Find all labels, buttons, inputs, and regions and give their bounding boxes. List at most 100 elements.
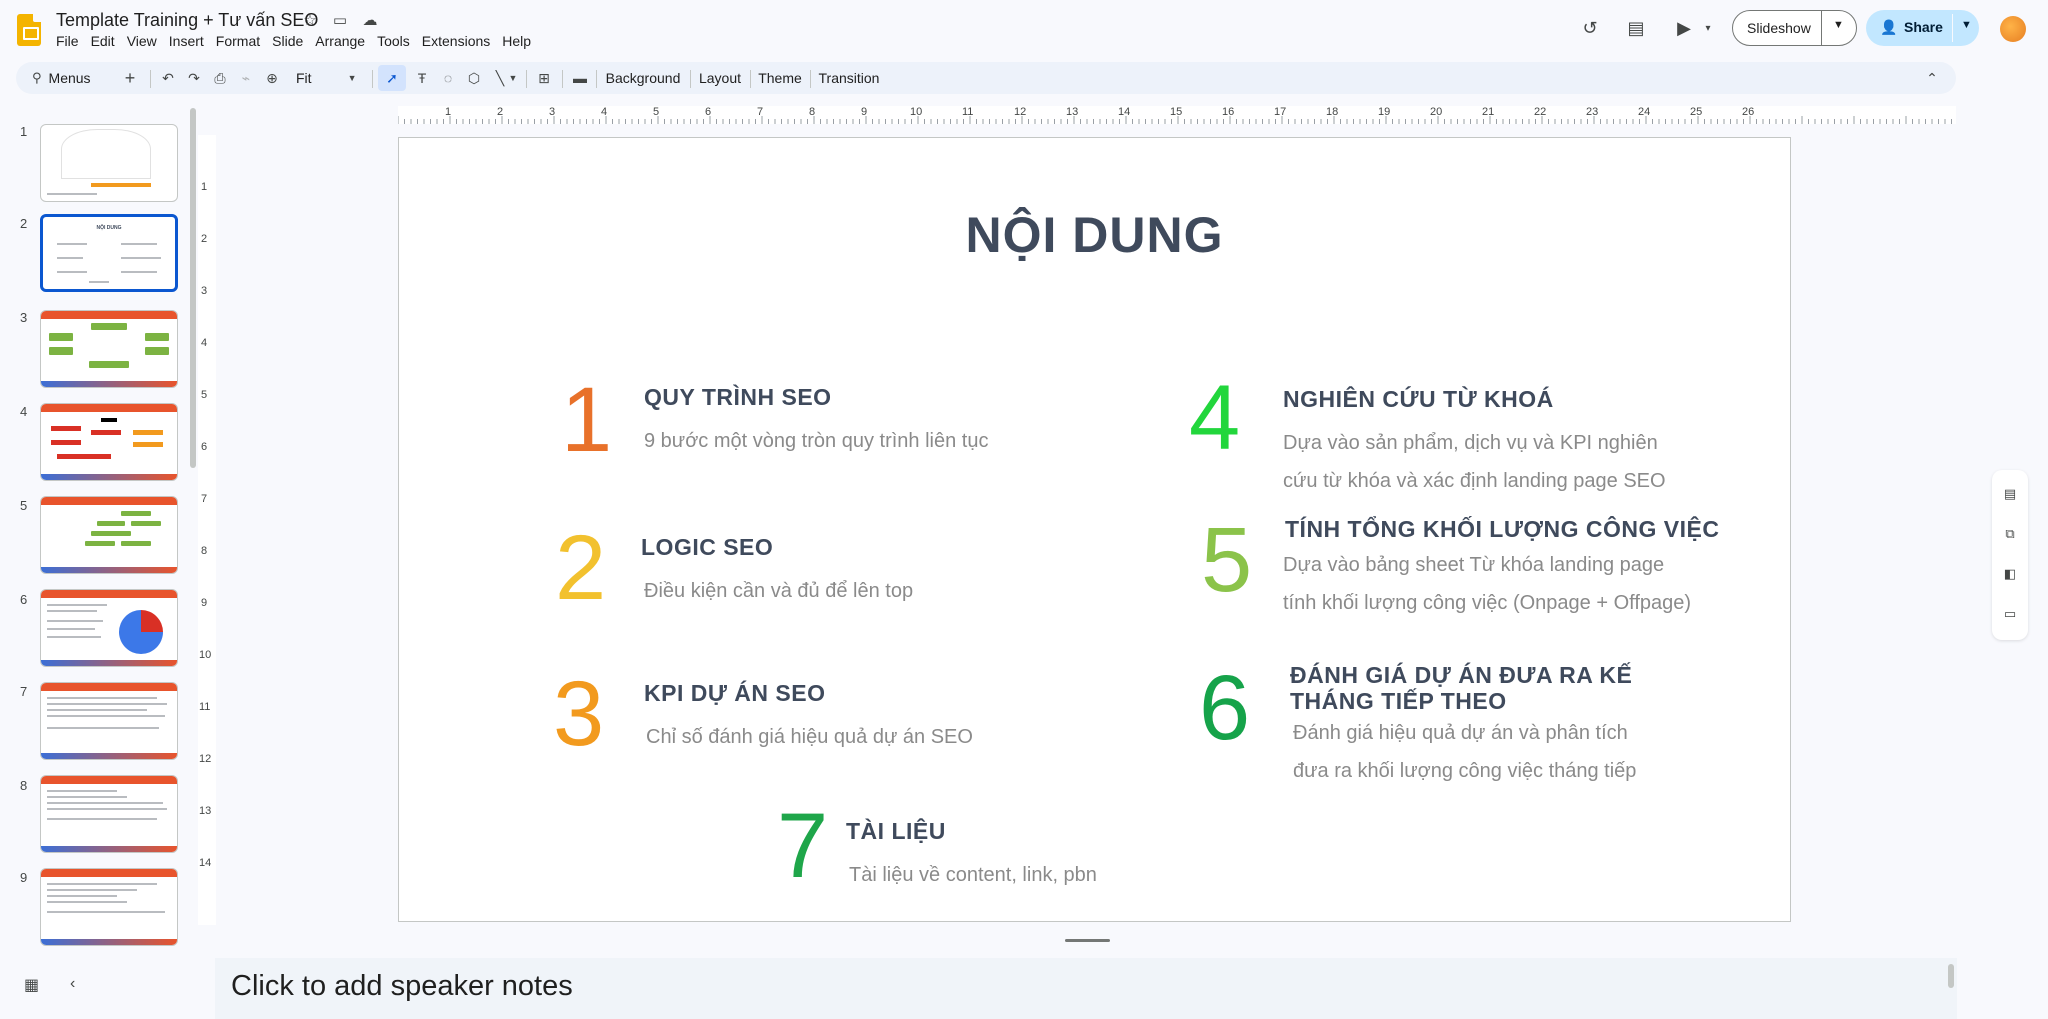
zoom-select[interactable]: Fit ▼ xyxy=(296,62,360,94)
menu-view[interactable]: View xyxy=(127,33,165,49)
menu-insert[interactable]: Insert xyxy=(169,33,212,49)
collapse-filmstrip-icon[interactable]: ‹ xyxy=(70,975,75,993)
image-shape-icon[interactable]: ◌ xyxy=(436,62,460,94)
menu-edit[interactable]: Edit xyxy=(91,33,123,49)
thumb-line xyxy=(47,911,165,913)
thumb-box xyxy=(49,333,73,341)
slide-thumbnail-7[interactable] xyxy=(40,682,178,760)
slideshow-separator xyxy=(1821,11,1822,45)
slide-thumbnail-1[interactable] xyxy=(40,124,178,202)
star-icon[interactable]: ☆ xyxy=(300,10,320,30)
ruler-label: 2 xyxy=(201,233,208,245)
cloud-status-icon[interactable]: ☁ xyxy=(360,10,380,30)
thumb-line xyxy=(47,703,167,705)
move-folder-icon[interactable]: ▭ xyxy=(330,10,350,30)
slide-thumbnail-4[interactable] xyxy=(40,403,178,481)
tasks-icon[interactable]: ⧉ xyxy=(2000,524,2020,544)
transition-button[interactable]: Transition xyxy=(814,62,884,94)
comments-icon[interactable]: ▤ xyxy=(1624,16,1648,40)
ruler-label: 7 xyxy=(201,493,208,505)
slide-thumbnail-5[interactable] xyxy=(40,496,178,574)
thumb-footer-bar xyxy=(41,846,177,852)
drive-folder-icon[interactable]: ▭ xyxy=(2000,604,2020,624)
new-slide-icon[interactable]: + xyxy=(118,62,142,94)
ruler-label: 7 xyxy=(757,106,764,118)
thumb-line xyxy=(47,818,157,820)
thumb-graphic xyxy=(61,129,151,179)
thumb-line xyxy=(47,796,127,798)
thumb-line xyxy=(57,243,87,245)
theme-button[interactable]: Theme xyxy=(754,62,806,94)
slide-thumbnail-6[interactable] xyxy=(40,589,178,667)
search-menus[interactable]: ⚲ Menus xyxy=(24,62,112,94)
grid-view-icon[interactable]: ▦ xyxy=(24,975,39,995)
notes-resize-handle[interactable] xyxy=(1065,939,1110,942)
slide-title[interactable]: NỘI DUNG xyxy=(399,206,1790,264)
chevron-down-icon[interactable]: ▼ xyxy=(1961,19,1972,31)
zoom-icon[interactable]: ⊕ xyxy=(260,62,284,94)
meet-dropdown-icon[interactable]: ▾ xyxy=(1696,16,1720,40)
thumb-line xyxy=(47,697,157,699)
paint-format-icon[interactable]: ⌁ xyxy=(234,62,258,94)
background-button[interactable]: Background xyxy=(600,62,686,94)
slide-thumbnail-3[interactable] xyxy=(40,310,178,388)
thumb-line xyxy=(47,889,137,891)
comment-add-icon[interactable]: ⊞ xyxy=(532,62,556,94)
thumb-title-bar xyxy=(41,311,177,319)
thumb-box xyxy=(133,430,163,435)
slide-thumbnail-8[interactable] xyxy=(40,775,178,853)
document-title[interactable]: Template Training + Tư vấn SEO xyxy=(56,10,318,31)
menu-extensions[interactable]: Extensions xyxy=(422,33,498,49)
title-actions: ☆ ▭ ☁ xyxy=(300,10,380,30)
menu-help[interactable]: Help xyxy=(502,33,539,49)
agenda-description: cứu từ khóa và xác định landing page SEO xyxy=(1283,470,1666,492)
thumb-line xyxy=(47,620,103,622)
speaker-notes-placeholder: Click to add speaker notes xyxy=(231,970,573,1002)
collapse-toolbar-icon[interactable]: ⌃ xyxy=(1920,62,1944,94)
menu-format[interactable]: Format xyxy=(216,33,268,49)
agenda-number: 4 xyxy=(1189,367,1241,469)
slideshow-button[interactable]: Slideshow ▼ xyxy=(1732,10,1857,46)
toolbar-separator xyxy=(526,70,527,88)
share-button[interactable]: 👤 Share ▼ xyxy=(1866,10,1979,46)
thumb-line xyxy=(121,243,157,245)
ruler-label: 17 xyxy=(1274,106,1287,118)
filmstrip-scrollbar[interactable] xyxy=(190,108,196,468)
menu-arrange[interactable]: Arrange xyxy=(315,33,373,49)
meet-icon[interactable]: ▶ xyxy=(1672,16,1696,40)
chevron-down-icon[interactable]: ▼ xyxy=(1833,19,1844,31)
slide-number: 8 xyxy=(20,778,28,793)
layout-button[interactable]: Layout xyxy=(694,62,746,94)
keep-notes-icon[interactable]: ▤ xyxy=(2000,484,2020,504)
thumb-box xyxy=(121,511,151,516)
agenda-description: đưa ra khối lượng công việc tháng tiếp xyxy=(1293,760,1637,782)
slides-logo-icon[interactable] xyxy=(17,14,41,46)
text-box-icon[interactable]: Ŧ xyxy=(410,62,434,94)
undo-icon[interactable]: ↶ xyxy=(156,62,180,94)
keyboard-icon[interactable]: ▬ xyxy=(568,62,592,94)
chevron-down-icon[interactable]: ▼ xyxy=(506,62,520,94)
version-history-icon[interactable]: ↺ xyxy=(1578,16,1602,40)
notes-scrollbar[interactable] xyxy=(1948,964,1954,988)
redo-icon[interactable]: ↷ xyxy=(182,62,206,94)
ruler-label: 5 xyxy=(653,106,660,118)
select-cursor-icon[interactable]: ➚ xyxy=(378,65,406,91)
thumb-line xyxy=(47,790,117,792)
menu-file[interactable]: File xyxy=(56,33,87,49)
zoom-label: Fit xyxy=(296,70,312,86)
ruler-label: 19 xyxy=(1378,106,1391,118)
thumb-box xyxy=(121,541,151,546)
print-icon[interactable]: ⎙ xyxy=(208,62,232,94)
slide-thumbnail-2[interactable]: NỘI DUNG xyxy=(40,214,178,292)
menu-tools[interactable]: Tools xyxy=(377,33,418,49)
contacts-icon[interactable]: ◧ xyxy=(2000,564,2020,584)
avatar[interactable] xyxy=(2000,16,2026,42)
agenda-number: 5 xyxy=(1201,509,1253,611)
thumb-title-bar xyxy=(41,869,177,877)
slide-canvas[interactable]: NỘI DUNG 1 QUY TRÌNH SEO 9 bước một vòng… xyxy=(398,137,1791,922)
speaker-notes[interactable]: Click to add speaker notes xyxy=(215,958,1957,1019)
slide-thumbnail-9[interactable] xyxy=(40,868,178,946)
ruler-label: 9 xyxy=(861,106,868,118)
shape-icon[interactable]: ⬡ xyxy=(462,62,486,94)
menu-slide[interactable]: Slide xyxy=(272,33,311,49)
